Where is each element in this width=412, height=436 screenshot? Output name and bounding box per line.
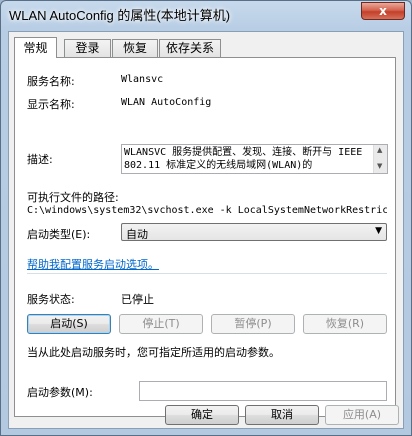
dialog-body: 常规 登录 恢复 依存关系 服务名称: Wlansvc 显示名称: WLAN A… [8,31,404,429]
stop-button[interactable]: 停止(T) [119,314,203,334]
startup-type-value: 自动 [126,228,148,241]
start-params-input[interactable] [139,381,387,401]
start-params-hint: 当从此处启动服务时，您可指定所适用的启动参数。 [27,346,280,359]
chevron-down-icon: ▼ [375,226,382,236]
help-configure-link[interactable]: 帮助我配置服务启动选项。 [27,256,159,272]
display-name-value: WLAN AutoConfig [121,97,212,108]
tab-logon[interactable]: 登录 [64,39,111,57]
display-name-label: 显示名称: [27,98,75,111]
scroll-down-icon[interactable]: ▼ [377,162,382,170]
service-name-label: 服务名称: [27,75,75,88]
scroll-up-icon[interactable]: ▲ [377,146,382,154]
window-title: WLAN AutoConfig 的属性(本地计算机) [9,8,231,23]
tab-dependencies[interactable]: 依存关系 [159,39,221,57]
ok-button[interactable]: 确定 [165,405,239,425]
close-button[interactable]: x [361,2,405,20]
startup-type-label: 启动类型(E): [27,228,91,241]
pause-button[interactable]: 暂停(P) [211,314,295,334]
close-icon: x [379,4,387,18]
resume-button[interactable]: 恢复(R) [303,314,387,334]
title-bar[interactable]: WLAN AutoConfig 的属性(本地计算机) x [1,1,411,27]
service-name-value: Wlansvc [121,74,164,85]
apply-button[interactable]: 应用(A) [325,405,399,425]
cancel-button[interactable]: 取消 [245,405,319,425]
description-scrollbar[interactable]: ▲ ▼ [373,145,387,173]
tab-recovery[interactable]: 恢复 [112,39,158,57]
start-params-label: 启动参数(M): [27,386,93,399]
service-status-label: 服务状态: [27,293,75,306]
start-button[interactable]: 启动(S) [27,314,111,334]
description-label: 描述: [27,153,53,166]
startup-type-select[interactable]: 自动 ▼ [121,223,387,241]
service-status-value: 已停止 [121,293,154,306]
general-panel: 服务名称: Wlansvc 显示名称: WLAN AutoConfig 描述: … [14,57,396,417]
divider [27,273,387,274]
exe-path-label: 可执行文件的路径: [27,191,119,204]
description-text: WLANSVC 服务提供配置、发现、连接、断开与 IEEE 802.11 标准定… [124,147,363,171]
exe-path-value: C:\windows\system32\svchost.exe -k Local… [27,205,387,216]
description-box[interactable]: WLANSVC 服务提供配置、发现、连接、断开与 IEEE 802.11 标准定… [121,144,388,174]
tab-general[interactable]: 常规 [14,37,57,58]
properties-window: WLAN AutoConfig 的属性(本地计算机) x 常规 登录 恢复 依存… [0,0,412,436]
